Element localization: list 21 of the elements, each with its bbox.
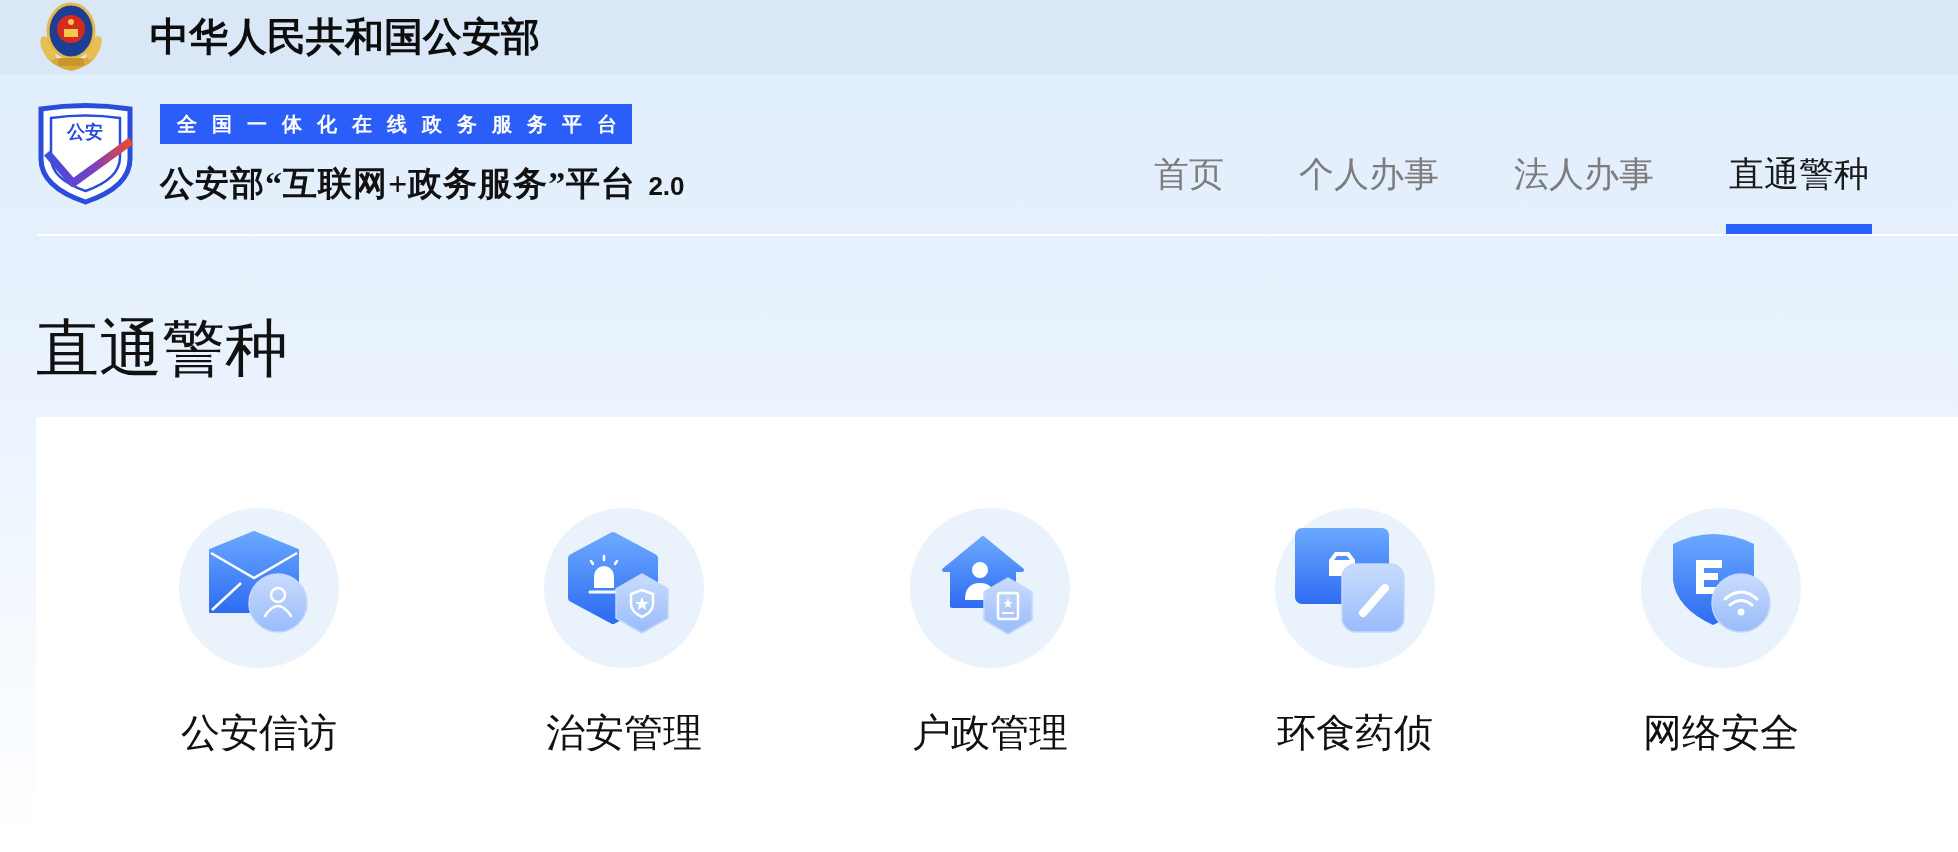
vehicle-pencil-icon — [1275, 508, 1436, 668]
platform-tagline: 全国一体化在线政务服务平台 — [160, 104, 632, 144]
house-person-card-icon — [909, 508, 1070, 668]
nav-tab[interactable]: 个人办事 — [1296, 154, 1442, 234]
service-tile[interactable]: 户政管理 — [909, 508, 1070, 756]
shield-wifi-icon — [1640, 508, 1801, 668]
nav-tab[interactable]: 法人办事 — [1511, 154, 1657, 234]
service-tile[interactable]: 网络安全 — [1640, 508, 1801, 756]
hexagon-alarm-shield-icon — [544, 508, 705, 668]
service-tile[interactable]: 治安管理 — [544, 508, 705, 756]
nav-tab[interactable]: 首页 — [1151, 154, 1227, 234]
section-title: 直通警种 — [36, 313, 288, 386]
envelope-person-icon — [178, 508, 339, 668]
service-tile[interactable]: 环食药侦 — [1275, 508, 1436, 756]
site-title: 中华人民共和国公安部 — [150, 13, 540, 60]
nav-tab[interactable]: 直通警种 — [1726, 154, 1872, 234]
platform-title: 公安部“互联网+政务服务”平台 — [160, 164, 637, 204]
platform-version: 2.0 — [648, 171, 685, 202]
logo-text: 公安 — [67, 121, 103, 142]
service-tile[interactable]: 公安信访 — [178, 508, 339, 756]
emblem-icon — [38, 2, 104, 72]
